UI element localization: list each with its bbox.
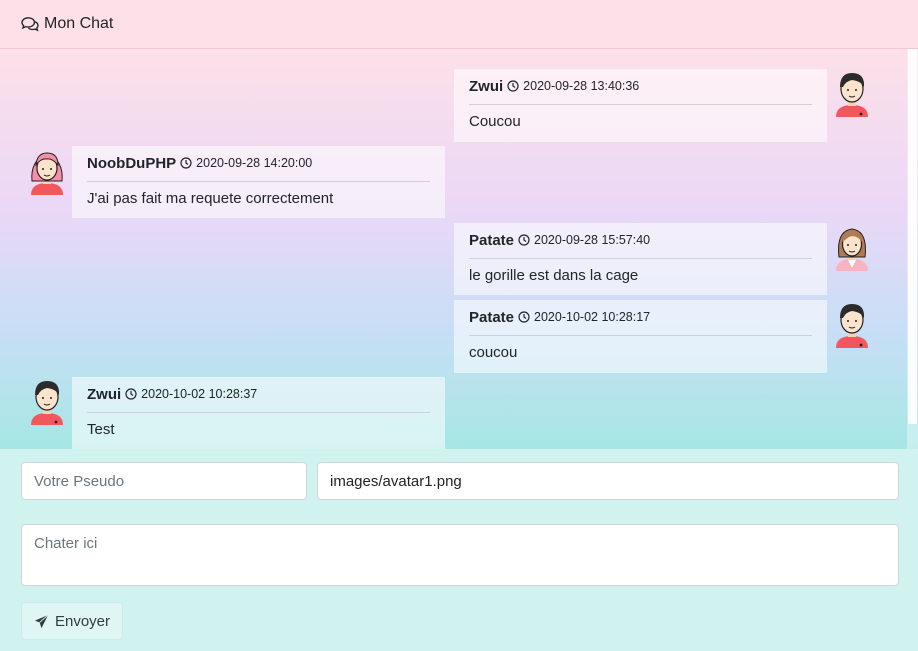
message-author: Zwui — [469, 77, 504, 95]
message-divider — [87, 181, 430, 182]
pseudo-input[interactable] — [21, 462, 307, 500]
message-text: coucou — [469, 344, 518, 361]
chat-message: Patate 2020-09-28 15:57:40 le gorille es… — [454, 223, 827, 295]
chat-message: NoobDuPHP 2020-09-28 14:20:00 J'ai pas f… — [72, 146, 445, 218]
message-scrollbar[interactable] — [907, 49, 918, 449]
chat-form: Envoyer — [0, 449, 918, 651]
send-button-label: Envoyer — [54, 612, 111, 630]
send-button[interactable]: Envoyer — [21, 602, 123, 640]
avatar-path-input[interactable] — [317, 462, 899, 500]
clock-icon — [518, 311, 530, 323]
message-author: NoobDuPHP — [87, 154, 177, 172]
message-divider — [469, 258, 812, 259]
message-date: 2020-10-02 10:28:37 — [141, 387, 258, 401]
avatar-boy-icon — [31, 381, 63, 425]
chat-header: Mon Chat — [0, 0, 918, 49]
chat-message: Zwui 2020-09-28 13:40:36 Coucou — [454, 69, 827, 142]
clock-icon — [507, 80, 519, 92]
avatar-girl-icon — [836, 228, 868, 271]
message-divider — [87, 412, 430, 413]
message-author: Patate — [469, 308, 515, 326]
message-divider — [469, 104, 812, 105]
scrollbar-thumb[interactable] — [908, 49, 917, 424]
avatar-pink-girl-icon — [31, 152, 63, 195]
avatar-boy-icon — [836, 73, 868, 117]
message-text: le gorille est dans la cage — [469, 267, 639, 284]
message-author: Zwui — [87, 385, 122, 403]
paper-plane-icon — [34, 614, 49, 628]
message-date: 2020-10-02 10:28:17 — [534, 310, 651, 324]
message-list[interactable]: Zwui 2020-09-28 13:40:36 Coucou NoobDuPH… — [0, 49, 918, 449]
clock-icon — [125, 388, 137, 400]
message-author: Patate — [469, 231, 515, 249]
clock-icon — [180, 157, 192, 169]
message-text: Coucou — [469, 113, 521, 130]
chat-message: Patate 2020-10-02 10:28:17 coucou — [454, 300, 827, 373]
page-title: Mon Chat — [44, 15, 114, 32]
message-textarea[interactable] — [21, 524, 899, 586]
message-text: J'ai pas fait ma requete correctement — [87, 190, 334, 207]
message-date: 2020-09-28 15:57:40 — [534, 233, 651, 247]
clock-icon — [518, 234, 530, 246]
message-text: Test — [87, 421, 115, 438]
avatar-boy-icon — [836, 304, 868, 348]
chat-message: Zwui 2020-10-02 10:28:37 Test — [72, 377, 445, 449]
comments-icon — [21, 17, 39, 32]
message-divider — [469, 335, 812, 336]
message-date: 2020-09-28 14:20:00 — [196, 156, 313, 170]
message-date: 2020-09-28 13:40:36 — [523, 79, 640, 93]
